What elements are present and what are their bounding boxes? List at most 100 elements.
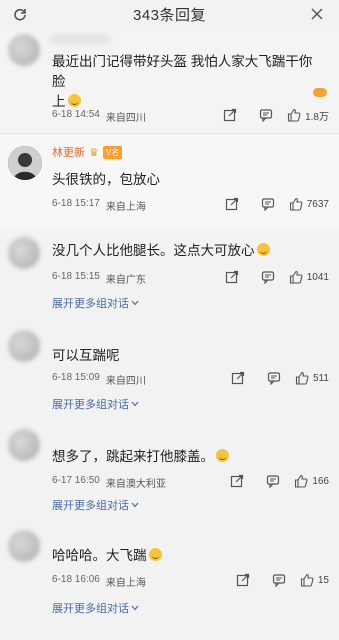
- like-button[interactable]: 15: [300, 573, 329, 587]
- avatar[interactable]: [8, 429, 40, 461]
- chevron-down-icon: [131, 300, 139, 306]
- like-count: 511: [313, 372, 329, 384]
- comment-item: 可以互踹呢 6-18 15:09 来自四川 511 展开更多组对话: [0, 322, 339, 436]
- share-button[interactable]: [223, 370, 253, 386]
- like-count: 1.8万: [305, 111, 329, 123]
- share-icon: [225, 270, 238, 284]
- comment-text: 可以互踹呢: [52, 348, 120, 363]
- grin-emoji-icon: [216, 449, 229, 462]
- thumbs-up-icon: [288, 108, 301, 122]
- comment-location: 来自上海: [105, 202, 146, 213]
- like-count: 7637: [306, 198, 329, 210]
- comment-meta: 6-18 15:17 来自上海: [52, 198, 146, 213]
- like-count: 1041: [306, 271, 329, 283]
- comment-text: 头很铁的，包放心: [52, 172, 160, 187]
- comment-actions: 7637: [211, 196, 329, 212]
- comment-meta: 6-18 15:15 来自广东: [52, 271, 146, 286]
- share-button[interactable]: [222, 473, 252, 489]
- comment-text: 没几个人比他腿长。这点大可放心: [52, 241, 270, 261]
- header-bar: 343条回复: [0, 0, 339, 28]
- comment-icon: [259, 109, 273, 122]
- expand-conversation-link[interactable]: 展开更多组对话: [52, 396, 139, 412]
- share-button[interactable]: [217, 196, 247, 212]
- share-icon: [231, 371, 245, 385]
- avatar[interactable]: [8, 330, 40, 362]
- comment-button[interactable]: [253, 269, 283, 285]
- comment-meta: 6-18 16:06 来自上海: [52, 574, 146, 589]
- chevron-down-icon: [131, 401, 139, 407]
- chevron-down-icon: [131, 605, 139, 611]
- comment-icon: [261, 198, 274, 211]
- thumbs-up-icon: [295, 371, 309, 385]
- comment-button[interactable]: [258, 473, 288, 489]
- share-button[interactable]: [217, 269, 247, 285]
- comment-actions: 1041: [211, 269, 329, 285]
- share-button[interactable]: [228, 572, 258, 588]
- like-button[interactable]: 511: [295, 371, 329, 385]
- comment-meta: 6-18 15:09 来自四川: [52, 372, 146, 387]
- like-button[interactable]: 1041: [289, 270, 329, 284]
- comment-location: 来自上海: [105, 578, 146, 589]
- comment-text: 哈哈哈。大飞踹: [52, 546, 162, 566]
- refresh-icon: [14, 8, 26, 21]
- comment-actions: 511: [217, 370, 329, 386]
- like-count: 166: [312, 475, 329, 487]
- comment-list: 最近出门记得带好头盔 我怕人家大飞踹干你脸 上 6-18 14:54 来自四川 …: [0, 28, 339, 640]
- comment-actions: 166: [216, 473, 329, 489]
- comment-icon: [267, 475, 280, 488]
- expand-conversation-link[interactable]: 展开更多组对话: [52, 600, 139, 616]
- comment-location: 来自广东: [105, 275, 146, 286]
- comment-icon: [267, 372, 281, 385]
- thumbs-up-icon: [300, 573, 314, 587]
- comment-text: 最近出门记得带好头盔 我怕人家大飞踹干你脸 上: [52, 54, 313, 109]
- page-title: 343条回复: [132, 6, 207, 24]
- avatar-image: [8, 146, 42, 180]
- comment-button[interactable]: [264, 572, 294, 588]
- thumbs-up-icon: [289, 197, 303, 211]
- expand-conversation-link[interactable]: 展开更多组对话: [52, 497, 139, 513]
- comment-date: 6-18 14:54: [52, 109, 100, 120]
- comment-actions: 1.8万: [209, 107, 329, 123]
- chevron-down-icon: [131, 502, 139, 508]
- comment-date: 6-17 16:50: [52, 475, 100, 486]
- refresh-button[interactable]: [8, 2, 32, 26]
- share-icon: [225, 197, 238, 211]
- username[interactable]: 林更新: [52, 144, 85, 160]
- avatar[interactable]: [8, 530, 40, 562]
- comment-button[interactable]: [259, 370, 289, 386]
- comment-button[interactable]: [251, 107, 281, 123]
- like-button[interactable]: 7637: [289, 197, 329, 211]
- close-button[interactable]: [305, 2, 329, 26]
- like-count: 15: [317, 574, 329, 586]
- thumbs-up-icon: [295, 474, 308, 488]
- thumbs-up-icon: [289, 270, 303, 284]
- avatar[interactable]: [8, 237, 40, 269]
- comment-location: 来自澳大利亚: [105, 479, 166, 490]
- close-icon: [311, 8, 323, 20]
- comment-meta: 6-17 16:50 来自澳大利亚: [52, 475, 166, 490]
- comment-date: 6-18 15:17: [52, 198, 100, 209]
- comment-icon: [261, 271, 274, 284]
- share-icon: [223, 108, 237, 122]
- laugh-cry-emoji-icon: [148, 548, 162, 561]
- comment-button[interactable]: [253, 196, 283, 212]
- share-button[interactable]: [215, 107, 245, 123]
- comment-date: 6-18 16:06: [52, 574, 100, 585]
- smile-emoji-icon: [67, 94, 81, 107]
- comment-meta: 6-18 14:54 来自四川: [52, 109, 146, 124]
- comment-location: 来自四川: [105, 376, 146, 387]
- comment-date: 6-18 15:09: [52, 372, 100, 383]
- crown-icon: ♛: [89, 146, 99, 159]
- like-button[interactable]: 166: [294, 474, 329, 488]
- share-icon: [236, 573, 249, 587]
- like-button[interactable]: 1.8万: [287, 108, 329, 123]
- verified-badge: V名: [102, 145, 123, 159]
- comment-item: 最近出门记得带好头盔 我怕人家大飞踹干你脸 上 6-18 14:54 来自四川 …: [0, 28, 339, 133]
- share-icon: [231, 474, 244, 488]
- comment-actions: 15: [222, 572, 329, 588]
- laugh-emoji-icon: [256, 243, 270, 256]
- avatar[interactable]: [8, 34, 40, 66]
- comment-text: 想多了，跳起来打他膝盖。: [52, 447, 229, 467]
- avatar[interactable]: [8, 146, 42, 180]
- expand-conversation-link[interactable]: 展开更多组对话: [52, 295, 139, 311]
